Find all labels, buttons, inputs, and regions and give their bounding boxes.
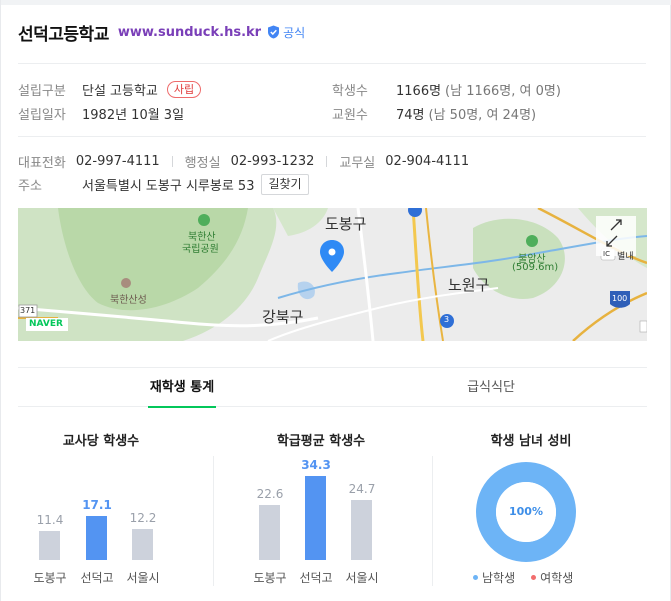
map-label-bukhan-fortress: 북한산성: [110, 295, 147, 306]
phone-row: 대표전화 02-997-4111 행정실 02-993-1232 교무실 02-…: [18, 151, 469, 171]
teacher-count-label: 교원수: [332, 107, 368, 123]
map-label-nowon: 노원구: [448, 276, 490, 294]
founded-value: 1982년 10월 3일: [82, 107, 185, 123]
bar-comparison: [132, 529, 153, 560]
teacher-count-value: 74명: [396, 107, 425, 123]
female-legend-label: 여학생: [540, 571, 574, 585]
donut-center-label: 100%: [509, 505, 543, 518]
teacher-count-detail: (남 50명, 여 24명): [428, 107, 537, 123]
route-3-badge: 3: [444, 315, 450, 324]
school-info-card: 선덕고등학교 www.sunduck.hs.kr 공식 설립구분 단설 고등학교…: [0, 0, 671, 601]
establishment-type-row: 설립구분 단설 고등학교 사립: [18, 79, 202, 99]
admin-phone-label: 행정실: [184, 155, 221, 171]
location-map[interactable]: 도봉구 노원구 강북구 북한산 국립공원 북한산성 불암산 (509.6m) 별…: [18, 208, 647, 341]
naver-map-logo[interactable]: NAVER: [29, 319, 63, 329]
panel-divider: [213, 456, 214, 586]
panel-divider: [432, 456, 433, 586]
tab-meal-menu[interactable]: 급식식단: [456, 368, 526, 407]
map-expand-icon[interactable]: [596, 216, 636, 256]
address-row: 주소 서울특별시 도봉구 시루봉로 53 길찾기: [18, 173, 309, 195]
chart-title-gender-ratio: 학생 남녀 성비: [490, 434, 572, 449]
student-count-detail: (남 1166명, 여 0명): [445, 83, 561, 99]
divider: [18, 136, 646, 137]
bar-category-label: 서울시: [126, 571, 160, 585]
student-count-label: 학생수: [332, 83, 368, 99]
office-phone-label: 교무실: [339, 155, 376, 171]
bar-school: [305, 476, 326, 560]
school-website-link[interactable]: www.sunduck.hs.kr: [118, 25, 261, 40]
bar-comparison: [351, 500, 372, 560]
bar-value-label: 11.4: [36, 513, 64, 527]
top-divider: [1, 0, 671, 5]
gender-legend: 남학생 여학생: [473, 569, 573, 586]
establishment-type-label: 설립구분: [18, 83, 66, 99]
phone-divider: [326, 155, 328, 167]
bar-value-label: 22.6: [256, 487, 284, 501]
school-header: 선덕고등학교 www.sunduck.hs.kr 공식: [18, 19, 305, 45]
tab-student-stats[interactable]: 재학생 통계: [148, 368, 216, 408]
chart-title-students-per-teacher: 교사당 학생수: [62, 434, 140, 449]
bar-category-label: 도봉구: [33, 571, 67, 585]
school-type-tag: 사립: [166, 80, 202, 98]
map-label-gangbuk: 강북구: [262, 308, 304, 326]
bar-value-label: 34.3: [301, 458, 331, 472]
route-100-badge: 100: [612, 294, 628, 303]
admin-phone-number[interactable]: 02-993-1232: [231, 154, 315, 169]
bar-category-label: 도봉구: [253, 571, 287, 585]
male-legend-label: 남학생: [482, 571, 516, 585]
divider: [18, 63, 646, 64]
address-label: 주소: [18, 178, 42, 194]
verified-shield-icon: [268, 25, 280, 39]
female-legend-dot: [531, 575, 537, 580]
establishment-type-value: 단설 고등학교: [82, 83, 158, 99]
bar-category-label: 선덕고: [299, 571, 333, 585]
founded-row: 설립일자 1982년 10월 3일: [18, 103, 184, 123]
bar-value-label: 24.7: [348, 482, 376, 496]
main-phone-label: 대표전화: [18, 155, 66, 171]
founded-label: 설립일자: [18, 107, 66, 123]
directions-button[interactable]: 길찾기: [261, 173, 309, 195]
route-371-badge: 371: [20, 306, 36, 315]
bar-category-label: 선덕고: [80, 571, 114, 585]
bar-comparison: [39, 531, 60, 560]
map-label-dobong: 도봉구: [325, 215, 367, 233]
school-name[interactable]: 선덕고등학교: [18, 20, 109, 45]
office-phone-number[interactable]: 02-904-4111: [385, 154, 469, 169]
bar-school: [86, 516, 107, 560]
verified-label: 공식: [283, 25, 306, 40]
student-count-value: 1166명: [396, 83, 442, 99]
student-count-row: 학생수 1166명 (남 1166명, 여 0명): [332, 79, 561, 99]
address-value: 서울특별시 도봉구 시루봉로 53: [82, 178, 255, 194]
phone-divider: [171, 155, 173, 167]
bar-value-label: 12.2: [129, 511, 157, 525]
bar-value-label: 17.1: [82, 498, 112, 512]
chart-title-students-per-class: 학급평균 학생수: [276, 434, 366, 449]
bar-category-label: 서울시: [345, 571, 379, 585]
male-legend-dot: [473, 575, 478, 580]
bar-comparison: [259, 505, 280, 560]
school-location-pin-icon[interactable]: [318, 238, 346, 274]
verified-badge[interactable]: 공식: [267, 24, 305, 41]
map-label-national-park: 국립공원: [182, 244, 219, 255]
teacher-count-row: 교원수 74명 (남 50명, 여 24명): [332, 103, 536, 123]
map-label-bulamsan-height: (509.6m): [512, 262, 559, 273]
stats-tabs: 재학생 통계 급식식단: [18, 367, 647, 408]
main-phone-number[interactable]: 02-997-4111: [76, 154, 160, 169]
